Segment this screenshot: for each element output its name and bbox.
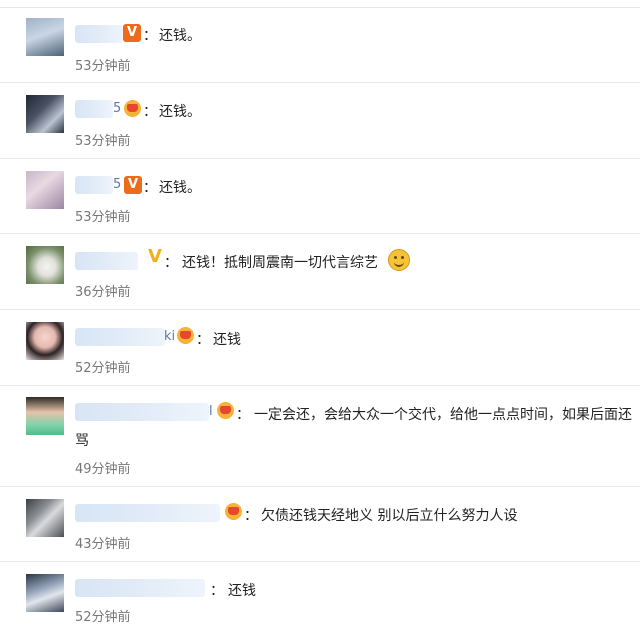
avatar[interactable] xyxy=(26,246,64,284)
comment-time[interactable]: 49分钟前 xyxy=(75,458,131,477)
smiley-emoji-icon xyxy=(388,249,410,271)
comment-colon: ： xyxy=(143,180,157,196)
avatar[interactable] xyxy=(26,574,64,612)
comment-text: 欠债还钱天经地义 别以后立什么努力人设 xyxy=(261,508,518,524)
comment-colon: ： xyxy=(210,583,224,599)
vip-crown-icon xyxy=(225,503,242,520)
divider xyxy=(0,7,640,8)
username-tail: 5 xyxy=(113,177,122,192)
avatar[interactable] xyxy=(26,397,64,435)
verified-orange-v-icon: V xyxy=(123,24,141,42)
comment-time[interactable]: 53分钟前 xyxy=(75,206,131,225)
comment-colon: ： xyxy=(164,255,178,271)
divider xyxy=(0,561,640,562)
comment-time[interactable]: 53分钟前 xyxy=(75,130,131,149)
vip-crown-icon xyxy=(177,327,194,344)
comment-text: 还钱 xyxy=(213,332,241,348)
vip-crown-icon xyxy=(124,100,141,117)
comment-text: 还钱。 xyxy=(159,28,201,44)
username[interactable] xyxy=(75,100,113,118)
username[interactable] xyxy=(75,328,165,346)
divider xyxy=(0,82,640,83)
comment-text-continued: 骂 xyxy=(75,433,89,449)
divider xyxy=(0,233,640,234)
comment-text: 还钱！抵制周震南一切代言综艺 xyxy=(182,255,378,271)
comment-text: 还钱。 xyxy=(159,180,201,196)
comment-text: 还钱。 xyxy=(159,104,201,120)
username[interactable] xyxy=(75,176,113,194)
comment-text: 一定会还，会给大众一个交代，给他一点点时间，如果后面还 xyxy=(254,407,632,423)
comment-text: 还钱 xyxy=(228,583,256,599)
divider xyxy=(0,158,640,159)
verified-orange-v-icon: V xyxy=(124,176,142,194)
comment-time[interactable]: 43分钟前 xyxy=(75,533,131,552)
username[interactable] xyxy=(75,579,205,597)
comment-colon: ： xyxy=(143,28,157,44)
divider xyxy=(0,385,640,386)
username[interactable] xyxy=(75,252,138,270)
comment-colon: ： xyxy=(143,104,157,120)
verified-gold-v-icon: V xyxy=(148,246,162,267)
comment-time[interactable]: 52分钟前 xyxy=(75,357,131,376)
comment-colon: ： xyxy=(196,332,210,348)
comment-time[interactable]: 53分钟前 xyxy=(75,55,131,74)
avatar[interactable] xyxy=(26,499,64,537)
username-tail: ki xyxy=(164,329,176,344)
comment-time[interactable]: 36分钟前 xyxy=(75,281,131,300)
comment-colon: ： xyxy=(236,407,250,423)
divider xyxy=(0,486,640,487)
username[interactable] xyxy=(75,504,220,522)
comment-colon: ： xyxy=(244,508,258,524)
avatar[interactable] xyxy=(26,171,64,209)
avatar[interactable] xyxy=(26,322,64,360)
username-tail: 5 xyxy=(113,101,122,116)
username[interactable] xyxy=(75,403,209,421)
username[interactable] xyxy=(75,25,123,43)
avatar[interactable] xyxy=(26,18,64,56)
username-tail: l xyxy=(209,404,213,419)
vip-crown-icon xyxy=(217,402,234,419)
divider xyxy=(0,309,640,310)
avatar[interactable] xyxy=(26,95,64,133)
